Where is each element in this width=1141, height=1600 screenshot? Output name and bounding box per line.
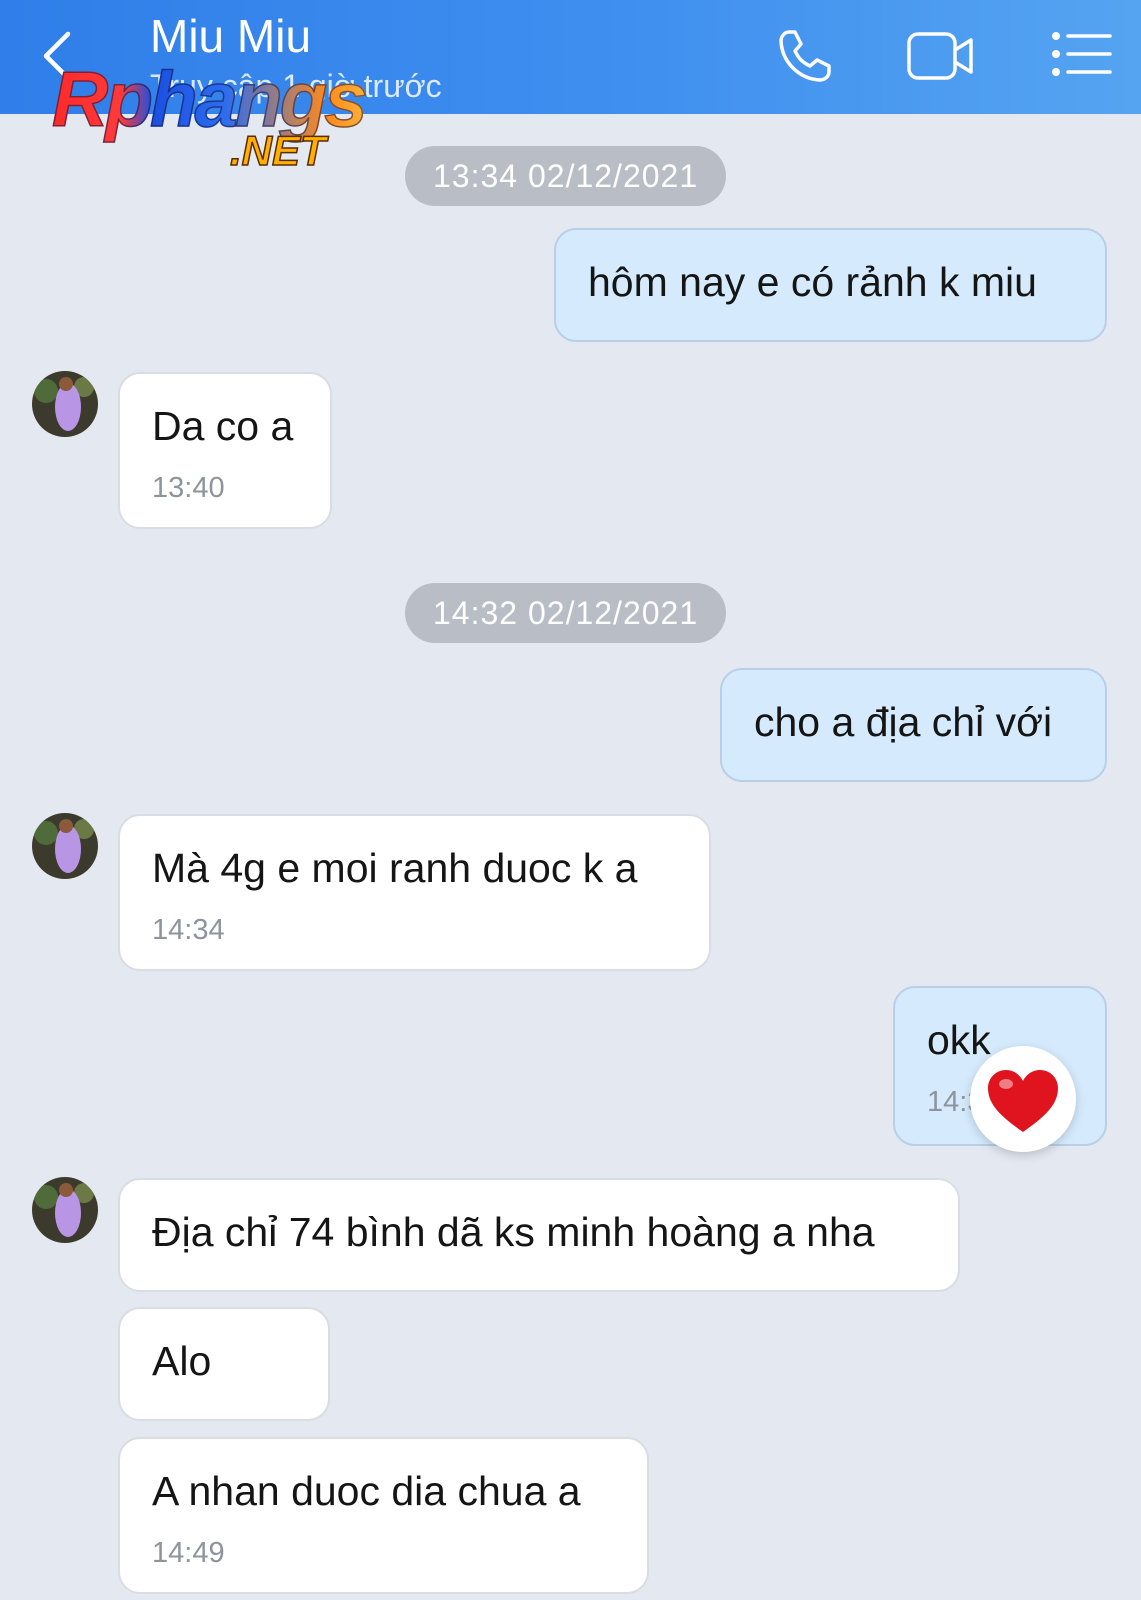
outgoing-message[interactable]: cho a địa chỉ với <box>720 668 1107 782</box>
avatar[interactable] <box>32 371 98 437</box>
message-text: Da co a <box>152 403 294 449</box>
message-text: Alo <box>152 1338 212 1384</box>
message-text: Địa chỉ 74 bình dã ks minh hoàng a nha <box>152 1209 875 1255</box>
video-call-button[interactable] <box>905 26 977 86</box>
message-time: 14:49 <box>152 1537 225 1569</box>
message-text: A nhan duoc dia chua a <box>152 1468 581 1514</box>
list-menu-icon <box>1052 32 1112 76</box>
message-time: 14:34 <box>152 914 225 946</box>
avatar[interactable] <box>32 813 98 879</box>
message-text: cho a địa chỉ với <box>754 699 1053 745</box>
contact-avatar-icon <box>32 1177 98 1243</box>
heart-icon <box>988 1070 1058 1132</box>
date-separator: 14:32 02/12/2021 <box>405 583 727 643</box>
incoming-message[interactable]: Da co a 13:40 <box>118 372 332 529</box>
avatar[interactable] <box>32 1177 98 1243</box>
watermark-sub-text: .NET <box>229 126 326 175</box>
message-text: hôm nay e có rảnh k miu <box>588 259 1037 305</box>
incoming-message[interactable]: Địa chỉ 74 bình dã ks minh hoàng a nha <box>118 1178 960 1292</box>
video-camera-icon <box>907 32 973 80</box>
incoming-message[interactable]: Alo <box>118 1307 330 1421</box>
phone-icon <box>779 30 831 82</box>
message-text: Mà 4g e moi ranh duoc k a <box>152 845 638 891</box>
outgoing-message[interactable]: hôm nay e có rảnh k miu <box>554 228 1107 342</box>
contact-avatar-icon <box>32 813 98 879</box>
menu-button[interactable] <box>1050 26 1114 86</box>
message-time: 13:40 <box>152 472 225 504</box>
date-separator: 13:34 02/12/2021 <box>405 146 727 206</box>
incoming-message[interactable]: Mà 4g e moi ranh duoc k a 14:34 <box>118 814 711 971</box>
watermark-logo: Rphangs .NET <box>51 54 412 184</box>
call-button[interactable] <box>775 26 835 86</box>
message-reaction[interactable] <box>970 1046 1076 1152</box>
incoming-message[interactable]: A nhan duoc dia chua a 14:49 <box>118 1437 649 1594</box>
contact-avatar-icon <box>32 371 98 437</box>
